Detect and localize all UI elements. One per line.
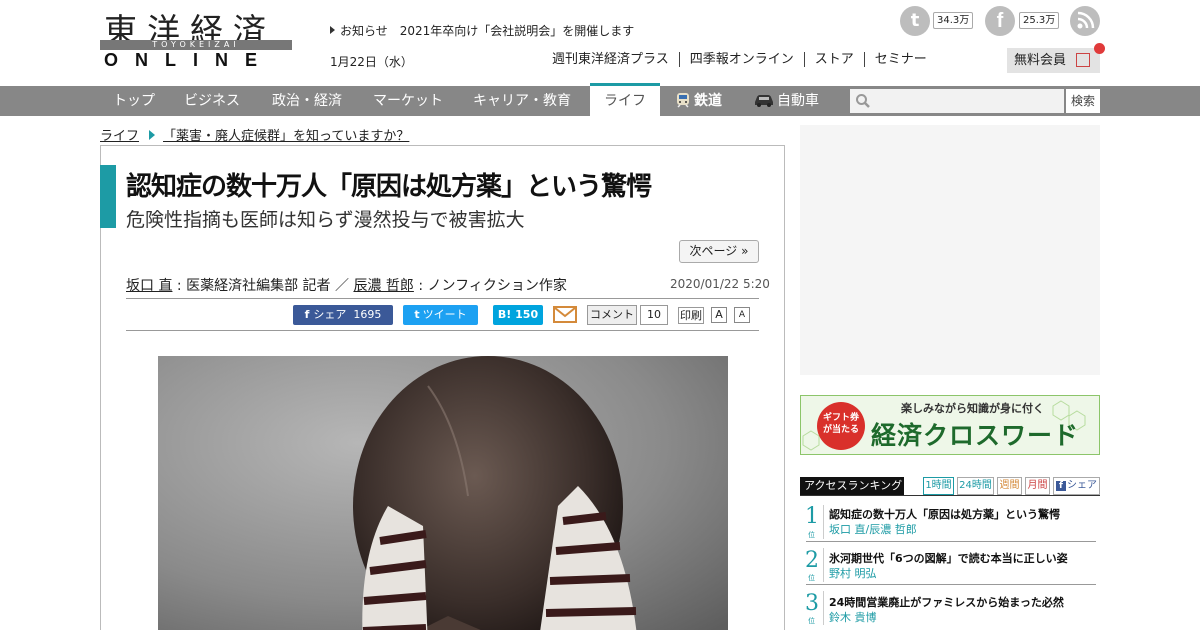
divider	[126, 330, 759, 331]
notice-arrow-icon	[330, 26, 335, 34]
gift-icon	[1076, 53, 1090, 67]
nav-career-education[interactable]: キャリア・教育	[473, 86, 571, 116]
nav-life[interactable]: ライフ	[590, 83, 660, 116]
rank-divider	[823, 548, 824, 582]
banner-tagline: 楽しみながら知識が身に付く	[901, 402, 1044, 415]
logo-online[interactable]: ONLINE	[104, 50, 274, 71]
ranking-tab-share[interactable]: f シェア	[1053, 477, 1100, 495]
breadcrumb-series[interactable]: 「薬害・廃人症候群」を知っていますか？	[163, 129, 409, 144]
tweet-icon: t	[414, 308, 420, 321]
next-page-button[interactable]: 次ページ »	[679, 240, 759, 263]
facebook-share-button[interactable]: f シェア 1695	[293, 305, 393, 325]
rank-number: 1	[805, 504, 819, 529]
nav-business[interactable]: ビジネス	[184, 86, 240, 116]
nav-railway-label: 鉄道	[694, 93, 722, 109]
link-weekly-plus[interactable]: 週刊東洋経済プラス	[546, 52, 679, 67]
rank-item-author[interactable]: 坂口 直/辰濃 哲郎	[829, 521, 917, 537]
author-separator: ／	[334, 278, 349, 294]
rank-item-title[interactable]: 24時間営業廃止がファミレスから始まった必然	[829, 594, 1064, 610]
link-store[interactable]: ストア	[803, 52, 864, 67]
rank-suffix: 位	[808, 574, 815, 582]
facebook-count: 25.3万	[1019, 12, 1060, 29]
facebook-share-icon: f	[304, 308, 310, 321]
rank-suffix: 位	[808, 531, 815, 539]
rank-separator	[806, 584, 1096, 585]
divider	[126, 298, 759, 299]
rank-divider	[823, 505, 824, 539]
rank-item-title[interactable]: 認知症の数十万人「原因は処方薬」という驚愕	[829, 506, 1060, 522]
nav-market[interactable]: マーケット	[373, 86, 443, 116]
mail-icon[interactable]	[553, 306, 577, 323]
rank-number: 2	[805, 548, 819, 573]
hatena-count: 150	[515, 308, 539, 321]
facebook-share-count: 1695	[353, 308, 382, 321]
rss-icon[interactable]	[1070, 6, 1100, 36]
article-authors: 坂口 直 : 医薬経済社編集部 記者 ／ 辰濃 哲郎 : ノンフィクション作家	[126, 278, 567, 294]
rank-separator	[806, 541, 1096, 542]
nav-railway[interactable]: 鉄道	[674, 86, 722, 116]
breadcrumb: ライフ 「薬害・廃人症候群」を知っていますか？	[100, 125, 409, 144]
twitter-icon[interactable]: t	[900, 6, 930, 36]
comment-count: 10	[640, 305, 668, 325]
crossword-banner[interactable]: ギフト券が当たる 楽しみながら知識が身に付く 経済クロスワード	[800, 395, 1100, 455]
rank-divider	[823, 591, 824, 625]
ranking-tab-weekly[interactable]: 週間	[997, 477, 1022, 495]
ranking-tab-monthly[interactable]: 月間	[1025, 477, 1050, 495]
ad-slot[interactable]	[800, 125, 1100, 375]
search-button[interactable]: 検索	[1066, 89, 1100, 113]
rank-number: 3	[805, 591, 819, 616]
ranking-tab-1h[interactable]: 1時間	[923, 477, 954, 495]
publish-date: 2020/01/22 5:20	[670, 277, 770, 291]
comment-button[interactable]: コメント	[587, 305, 637, 325]
link-shikiho[interactable]: 四季報オンライン	[678, 52, 804, 67]
font-size-large-button[interactable]: A	[711, 307, 727, 323]
banner-title: 経済クロスワード	[871, 421, 1080, 450]
ranking-tab-share-label: シェア	[1067, 480, 1097, 491]
notice-text[interactable]: お知らせ 2021年卒向け「会社説明会」を開催します	[340, 24, 634, 38]
ranking-header: アクセスランキング	[800, 477, 904, 495]
hatena-bookmark-button[interactable]: B! 150	[493, 305, 543, 325]
notification-dot	[1094, 43, 1105, 54]
hatena-icon: B!	[497, 308, 512, 321]
author-2-role: ノンフィクション作家	[427, 278, 567, 294]
author-1-link[interactable]: 坂口 直	[126, 278, 172, 294]
rank-item-title[interactable]: 氷河期世代「6つの図解」で読む本当に正しい姿	[829, 550, 1068, 566]
nav-top[interactable]: トップ	[113, 86, 155, 116]
rank-suffix: 位	[808, 617, 815, 625]
rank-item-author[interactable]: 鈴木 貴博	[829, 609, 877, 625]
breadcrumb-section[interactable]: ライフ	[100, 129, 139, 144]
font-size-small-button[interactable]: A	[734, 307, 750, 323]
nav-automobile[interactable]: 自動車	[753, 86, 819, 116]
nav-automobile-label: 自動車	[777, 93, 819, 109]
tweet-button[interactable]: t ツイート	[403, 305, 478, 325]
top-links: 週刊東洋経済プラス 四季報オンライン ストア セミナー	[546, 52, 937, 67]
logo-roman: TOYOKEIZAI	[152, 40, 240, 49]
facebook-icon: f	[1056, 481, 1066, 491]
current-date: 1月22日（水）	[330, 55, 413, 69]
ranking-divider	[800, 495, 1100, 496]
car-icon	[755, 95, 773, 107]
link-seminar[interactable]: セミナー	[863, 52, 937, 67]
notice[interactable]: お知らせ 2021年卒向け「会社説明会」を開催します	[330, 22, 634, 39]
tweet-label: ツイート	[422, 308, 467, 321]
banner-badge: ギフト券が当たる	[822, 413, 859, 435]
rank-item-author[interactable]: 野村 明弘	[829, 565, 877, 581]
ranking-tab-24h[interactable]: 24時間	[957, 477, 994, 495]
facebook-share-label: シェア	[313, 308, 347, 321]
breadcrumb-arrow-icon	[149, 130, 156, 140]
search-icon	[856, 94, 870, 108]
author-1-role: 医薬経済社編集部 記者	[186, 278, 331, 294]
twitter-count: 34.3万	[933, 12, 974, 29]
train-icon	[677, 93, 689, 108]
nav-politics-economy[interactable]: 政治・経済	[272, 86, 342, 116]
facebook-icon[interactable]: f	[985, 6, 1015, 36]
print-button[interactable]: 印刷	[678, 307, 704, 324]
title-accent-bar	[100, 165, 116, 228]
article-photo	[158, 356, 728, 630]
search-input[interactable]	[850, 89, 1064, 113]
article-subtitle: 危険性指摘も医師は知らず漫然投与で被害拡大	[126, 209, 525, 231]
article-title: 認知症の数十万人「原因は処方薬」という驚愕	[126, 172, 652, 202]
author-2-link[interactable]: 辰濃 哲郎	[353, 278, 413, 294]
